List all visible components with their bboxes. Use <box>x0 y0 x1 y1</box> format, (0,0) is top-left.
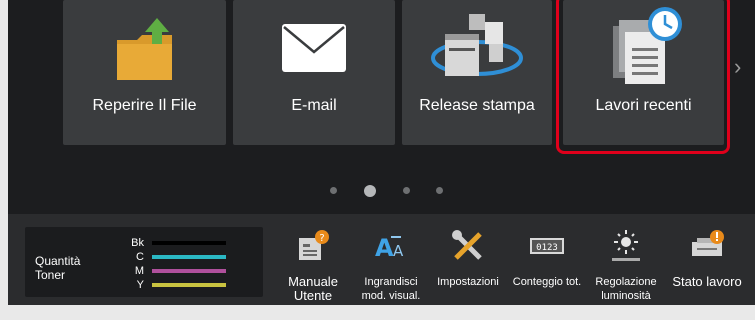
svg-text:0123: 0123 <box>536 243 558 253</box>
enlarge-display-button[interactable]: A A Ingrandisci mod. visual. <box>353 228 429 303</box>
toner-row-y: Y <box>110 278 260 292</box>
page-dot[interactable] <box>436 187 443 194</box>
brightness-label: Regolazione luminosità <box>595 276 657 302</box>
tile-email[interactable]: E-mail <box>233 0 395 145</box>
manual-button[interactable]: ? Manuale Utente <box>279 228 347 303</box>
page-indicator <box>8 184 755 198</box>
job-status-button[interactable]: Stato lavoro <box>666 228 748 303</box>
enlarge-label: Ingrandisci mod. visual. <box>361 276 421 302</box>
tile-label: Release stampa <box>419 97 535 114</box>
settings-tools-icon <box>452 230 482 260</box>
svg-text:?: ? <box>319 233 324 244</box>
counter-label: Conteggio tot. <box>512 276 582 288</box>
counter-icon: 0123 <box>530 238 564 254</box>
toner-bar-black <box>152 241 226 245</box>
tile-find-file[interactable]: Reperire Il File <box>63 0 226 145</box>
brightness-icon <box>612 230 640 261</box>
page-dot[interactable] <box>330 187 337 194</box>
page-dot[interactable] <box>403 187 410 194</box>
toner-label: Y <box>136 279 144 291</box>
svg-text:A: A <box>393 242 404 260</box>
printer-network-icon <box>431 14 523 76</box>
toner-bar-magenta <box>152 269 226 273</box>
toner-label: M <box>134 265 144 277</box>
toner-label: Bk <box>131 237 144 249</box>
svg-text:A: A <box>375 234 394 262</box>
toner-row-bk: Bk <box>110 236 260 250</box>
highlight-frame <box>556 0 730 154</box>
tile-label: E-mail <box>291 97 337 114</box>
tile-label: Reperire Il File <box>92 97 197 114</box>
settings-button[interactable]: Impostazioni <box>432 228 504 303</box>
settings-label: Impostazioni <box>437 276 499 288</box>
tile-release-print[interactable]: Release stampa <box>402 0 552 145</box>
job-status-label: Stato lavoro <box>672 274 742 289</box>
toner-bar-yellow <box>152 283 226 287</box>
toner-title: Quantità Toner <box>35 254 81 282</box>
enlarge-text-icon: A A <box>375 234 404 262</box>
page-dot-current[interactable] <box>364 185 376 197</box>
envelope-icon <box>282 24 346 72</box>
home-screen: Reperire Il File E-mail Release stampa L… <box>0 0 755 320</box>
toner-row-m: M <box>110 264 260 278</box>
manual-help-icon: ? <box>299 230 329 260</box>
manual-label: Manuale Utente <box>288 274 338 303</box>
toner-bar-cyan <box>152 255 226 259</box>
total-count-button[interactable]: 0123 Conteggio tot. <box>508 228 586 303</box>
brightness-button[interactable]: Regolazione luminosità <box>590 228 662 303</box>
toner-level-widget[interactable]: Quantità Toner Bk C M Y <box>25 227 263 297</box>
next-page-arrow[interactable]: › <box>734 55 750 79</box>
folder-upload-icon <box>116 18 172 80</box>
toner-label: C <box>136 251 144 263</box>
job-status-icon <box>692 230 724 256</box>
toner-row-c: C <box>110 250 260 264</box>
